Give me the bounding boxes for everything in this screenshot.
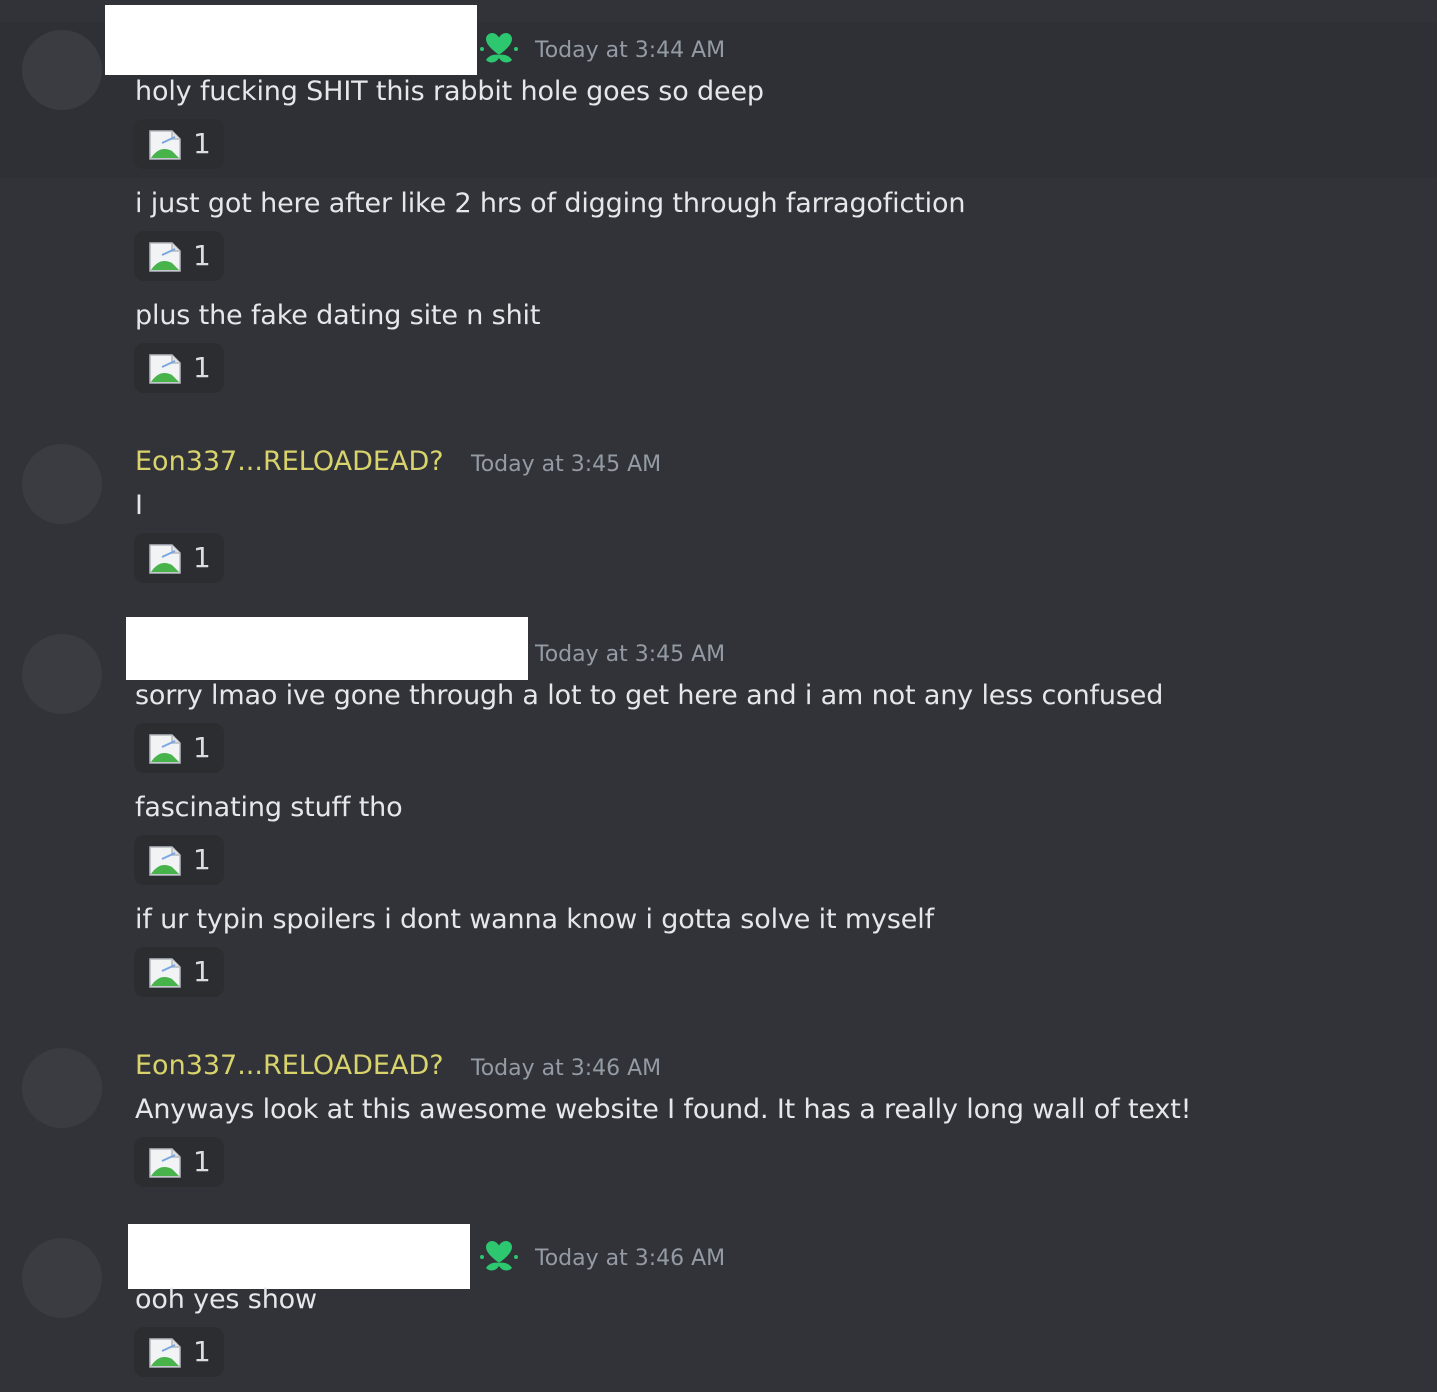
green-heart-flower-icon[interactable] [479,29,519,69]
reaction-count: 1 [193,1145,211,1178]
reaction-button[interactable]: 1 [134,1137,224,1187]
reaction-button[interactable]: 1 [134,835,224,885]
avatar[interactable] [22,444,102,524]
message-text: sorry lmao ive gone through a lot to get… [135,680,1164,711]
reaction-count: 1 [193,843,211,876]
username[interactable]: Eon337...RELOADEAD? [135,444,444,480]
avatar[interactable] [22,1238,102,1318]
message-text: fascinating stuff tho [135,792,403,823]
green-heart-flower-icon[interactable] [479,1237,519,1277]
broken-image-icon [149,734,181,764]
reaction-count: 1 [193,731,211,764]
message-text: I [135,490,143,521]
redacted-username [128,1224,470,1289]
message-text: ooh yes show [135,1284,317,1315]
message-text: Anyways look at this awesome website I f… [135,1094,1192,1125]
reaction-count: 1 [193,955,211,988]
timestamp: Today at 3:46 AM [471,1056,662,1081]
reaction-button[interactable]: 1 [134,1327,224,1377]
broken-image-icon [149,1338,181,1368]
message-text: plus the fake dating site n shit [135,300,541,331]
broken-image-icon [149,958,181,988]
redacted-username [126,617,528,680]
broken-image-icon [149,846,181,876]
reaction-button[interactable]: 1 [134,231,224,281]
timestamp: Today at 3:46 AM [535,1246,726,1271]
broken-image-icon [149,354,181,384]
reaction-count: 1 [193,1335,211,1368]
reaction-button[interactable]: 1 [134,343,224,393]
avatar[interactable] [22,30,102,110]
redacted-username [105,5,477,75]
reaction-count: 1 [193,351,211,384]
reaction-button[interactable]: 1 [134,723,224,773]
timestamp: Today at 3:45 AM [471,452,662,477]
message-text: if ur typin spoilers i dont wanna know i… [135,904,934,935]
timestamp: Today at 3:45 AM [535,642,726,667]
broken-image-icon [149,130,181,160]
avatar[interactable] [22,1048,102,1128]
broken-image-icon [149,242,181,272]
reaction-button[interactable]: 1 [134,947,224,997]
reaction-count: 1 [193,127,211,160]
reaction-button[interactable]: 1 [134,533,224,583]
reaction-count: 1 [193,541,211,574]
username[interactable]: Eon337...RELOADEAD? [135,1048,444,1084]
reaction-count: 1 [193,239,211,272]
avatar[interactable] [22,634,102,714]
message-text: i just got here after like 2 hrs of digg… [135,188,966,219]
reaction-button[interactable]: 1 [134,119,224,169]
broken-image-icon [149,544,181,574]
broken-image-icon [149,1148,181,1178]
message-text: holy fucking SHIT this rabbit hole goes … [135,76,764,107]
timestamp: Today at 3:44 AM [535,38,726,63]
